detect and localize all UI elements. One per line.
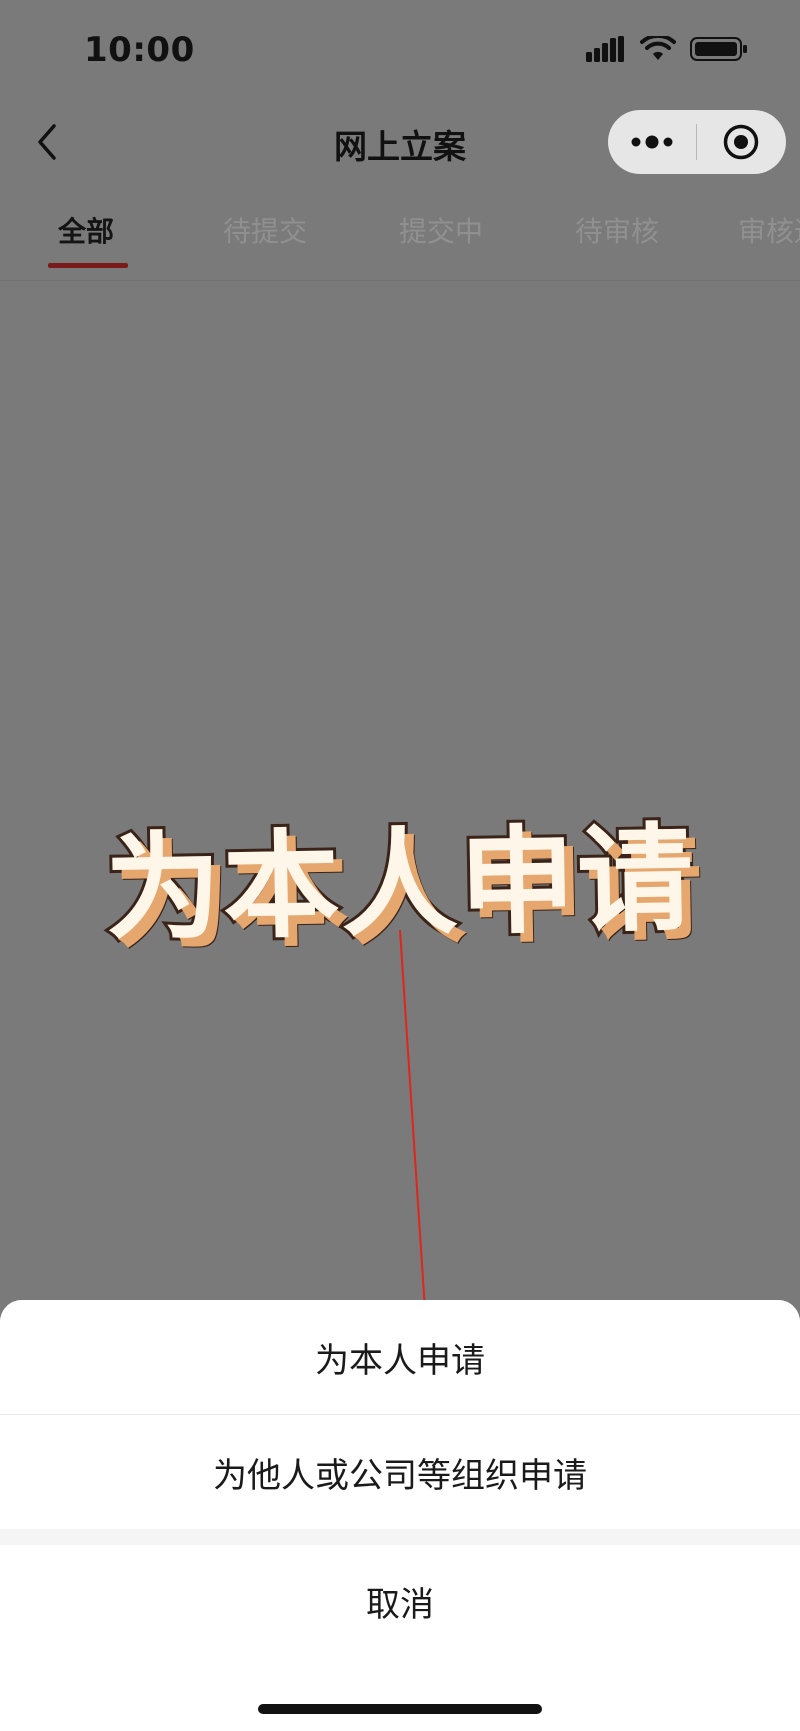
tab-all[interactable]: 全部 bbox=[58, 210, 114, 250]
more-button[interactable] bbox=[608, 110, 696, 174]
battery-icon bbox=[690, 36, 748, 66]
status-tabs: 全部 待提交 提交中 待审核 审核通 bbox=[0, 196, 800, 281]
home-indicator bbox=[258, 1704, 542, 1714]
tab-review-passed[interactable]: 审核通 bbox=[738, 210, 800, 250]
apply-for-self-option[interactable]: 为本人申请 bbox=[0, 1300, 800, 1414]
tab-submitting[interactable]: 提交中 bbox=[399, 210, 483, 250]
tab-pending-review[interactable]: 待审核 bbox=[575, 210, 659, 250]
more-dots-icon bbox=[631, 135, 673, 149]
status-time: 10:00 bbox=[84, 30, 195, 70]
apply-for-others-option[interactable]: 为他人或公司等组织申请 bbox=[0, 1415, 800, 1529]
action-sheet: 为本人申请 为他人或公司等组织申请 取消 bbox=[0, 1300, 800, 1731]
status-bar: 10:00 bbox=[0, 0, 800, 100]
nav-bar: 网上立案 bbox=[0, 100, 800, 184]
cancel-button[interactable]: 取消 bbox=[0, 1545, 800, 1657]
tab-pending-submit[interactable]: 待提交 bbox=[223, 210, 307, 250]
active-tab-indicator bbox=[48, 263, 128, 268]
sheet-gap bbox=[0, 1529, 800, 1545]
close-button[interactable] bbox=[697, 110, 785, 174]
signal-icon bbox=[586, 36, 626, 66]
mini-program-capsule bbox=[608, 110, 786, 174]
overlay-headline: 为本人申请 bbox=[101, 809, 699, 960]
status-icons bbox=[586, 33, 748, 66]
wifi-icon bbox=[640, 33, 676, 66]
target-close-icon bbox=[723, 124, 759, 160]
